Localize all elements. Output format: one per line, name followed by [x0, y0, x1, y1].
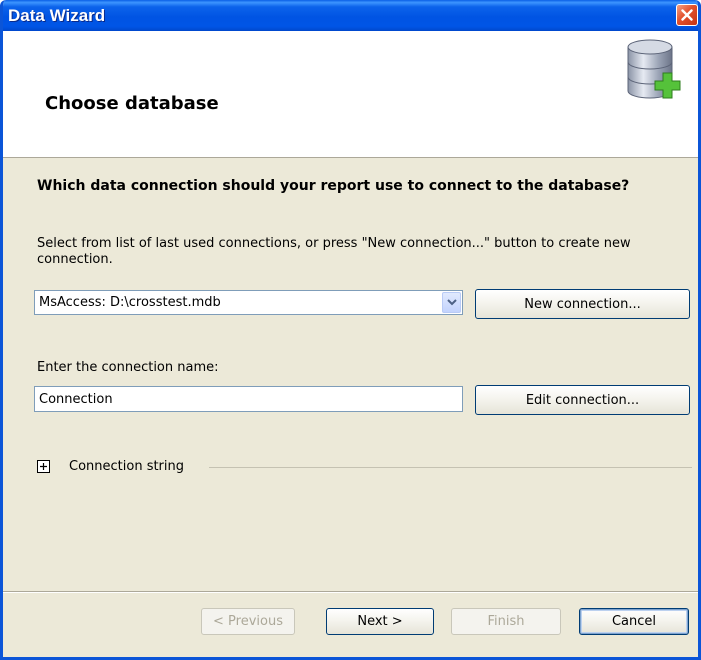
- chevron-down-icon: [446, 299, 457, 306]
- divider-line: [209, 467, 692, 468]
- plus-icon: [40, 463, 47, 470]
- expand-toggle[interactable]: [37, 460, 50, 473]
- connection-name-input[interactable]: Connection: [34, 386, 463, 412]
- finish-button[interactable]: Finish: [451, 608, 561, 635]
- question-heading: Which data connection should your report…: [37, 178, 630, 194]
- connection-select[interactable]: MsAccess: D:\crosstest.mdb: [34, 290, 463, 315]
- connection-string-expander[interactable]: Connection string: [37, 458, 692, 478]
- database-add-icon: [627, 39, 681, 99]
- next-button[interactable]: Next >: [326, 608, 434, 635]
- previous-button[interactable]: < Previous: [201, 608, 295, 635]
- title-bar[interactable]: Data Wizard: [3, 0, 698, 31]
- close-icon: [681, 9, 693, 21]
- edit-connection-button[interactable]: Edit connection...: [475, 385, 690, 415]
- connection-string-label: Connection string: [69, 459, 185, 474]
- dropdown-arrow-button[interactable]: [442, 292, 461, 313]
- new-connection-button[interactable]: New connection...: [475, 289, 690, 319]
- close-button[interactable]: [676, 4, 698, 26]
- page-title: Choose database: [45, 93, 219, 114]
- connection-select-value: MsAccess: D:\crosstest.mdb: [39, 295, 221, 310]
- connection-name-label: Enter the connection name:: [37, 360, 219, 375]
- data-wizard-window: Data Wizard Choose database Which data c…: [0, 0, 701, 660]
- wizard-header: Choose database: [3, 31, 698, 158]
- window-title: Data Wizard: [8, 6, 106, 25]
- footer-divider: [3, 591, 698, 593]
- hint-text: Select from list of last used connection…: [37, 236, 631, 267]
- cancel-button[interactable]: Cancel: [579, 608, 689, 635]
